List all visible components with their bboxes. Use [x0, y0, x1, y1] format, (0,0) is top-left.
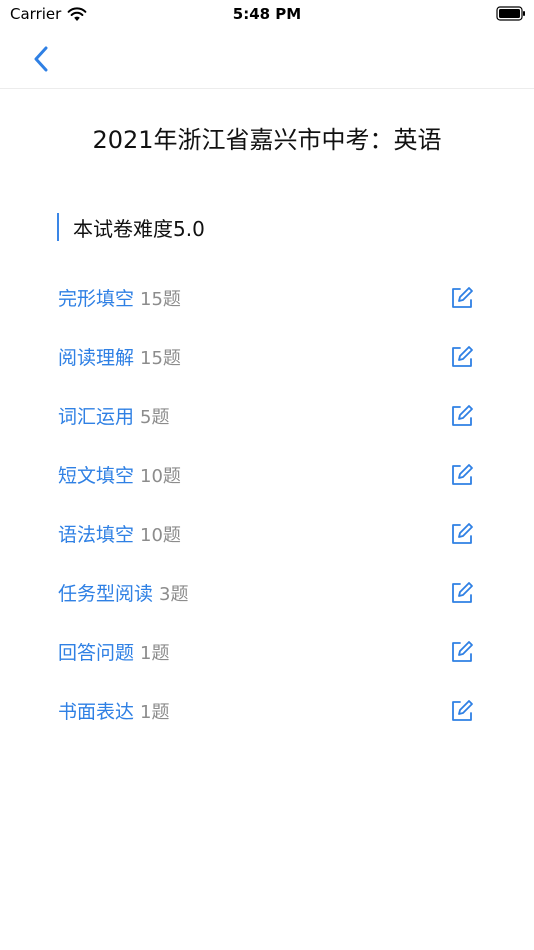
- section-count: 1题: [140, 642, 170, 664]
- section-name: 任务型阅读: [58, 583, 154, 605]
- section-count: 5题: [140, 406, 170, 428]
- navigation-bar: [0, 30, 534, 89]
- status-time: 5:48 PM: [232, 5, 302, 23]
- section-name: 短文填空: [58, 465, 135, 487]
- section-item[interactable]: 任务型阅读 3题: [0, 563, 534, 622]
- back-button[interactable]: [26, 42, 56, 76]
- section-name: 完形填空: [58, 288, 135, 310]
- edit-icon[interactable]: [450, 522, 474, 546]
- section-item[interactable]: 语法填空 10题: [0, 504, 534, 563]
- edit-icon[interactable]: [450, 404, 474, 428]
- section-item[interactable]: 回答问题 1题: [0, 622, 534, 681]
- edit-icon[interactable]: [450, 345, 474, 369]
- edit-icon[interactable]: [450, 463, 474, 487]
- section-name: 词汇运用: [58, 406, 135, 428]
- section-count: 1题: [140, 701, 170, 723]
- page-title: 2021年浙江省嘉兴市中考：英语: [92, 126, 442, 154]
- section-name: 语法填空: [58, 524, 135, 546]
- section-item[interactable]: 短文填空 10题: [0, 445, 534, 504]
- section-item[interactable]: 词汇运用 5题: [0, 386, 534, 445]
- section-list: 完形填空 15题 阅读理解 15题 词汇运用 5题 短文填空 10题 语法填空 …: [0, 268, 534, 740]
- section-count: 3题: [159, 583, 189, 605]
- status-bar: Carrier 5:48 PM: [0, 0, 534, 30]
- section-count: 15题: [140, 347, 181, 369]
- chevron-left-icon: [34, 46, 48, 72]
- section-item[interactable]: 书面表达 1题: [0, 681, 534, 740]
- battery-icon: [496, 6, 525, 21]
- section-name: 书面表达: [58, 701, 135, 723]
- difficulty-text: 本试卷难度5.0: [73, 216, 205, 241]
- difficulty-label: 本试卷难度5.0: [57, 212, 205, 242]
- edit-icon[interactable]: [450, 640, 474, 664]
- section-item[interactable]: 阅读理解 15题: [0, 327, 534, 386]
- section-item[interactable]: 完形填空 15题: [0, 268, 534, 327]
- difficulty-accent-bar: [57, 213, 59, 241]
- section-count: 15题: [140, 288, 181, 310]
- section-count: 10题: [140, 524, 181, 546]
- edit-icon[interactable]: [450, 581, 474, 605]
- section-name: 阅读理解: [58, 347, 135, 369]
- edit-icon[interactable]: [450, 699, 474, 723]
- section-name: 回答问题: [58, 642, 135, 664]
- section-count: 10题: [140, 465, 181, 487]
- edit-icon[interactable]: [450, 286, 474, 310]
